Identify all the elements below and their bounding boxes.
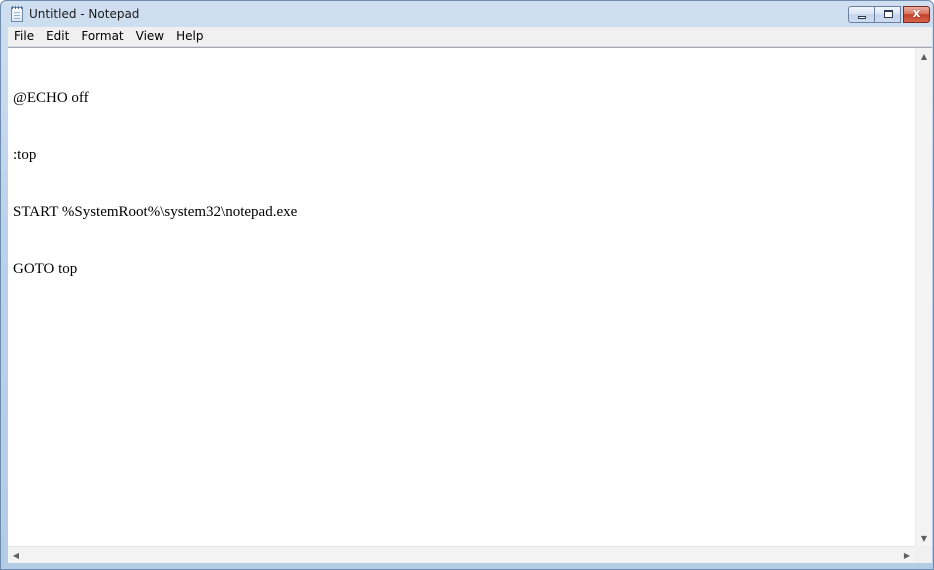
menu-help[interactable]: Help [170, 27, 209, 46]
close-icon: x [912, 6, 921, 20]
notepad-window: Untitled - Notepad x File Edit Format Vi… [0, 0, 934, 570]
window-title: Untitled - Notepad [29, 7, 140, 21]
size-grip[interactable] [915, 546, 932, 563]
text-line: :top [13, 147, 37, 163]
menu-view[interactable]: View [130, 27, 170, 46]
window-frame-bottom [1, 562, 933, 569]
vertical-scrollbar[interactable]: ▲ ▼ [915, 48, 932, 547]
notepad-icon-spiral [12, 6, 22, 9]
close-button[interactable]: x [903, 6, 930, 23]
text-line: @ECHO off [13, 90, 89, 106]
menu-edit[interactable]: Edit [40, 27, 75, 46]
notepad-icon[interactable] [11, 6, 23, 22]
menu-bar: File Edit Format View Help [8, 27, 932, 47]
title-bar[interactable]: Untitled - Notepad x [1, 1, 933, 28]
text-editor[interactable]: @ECHO off :top START %SystemRoot%\system… [8, 48, 915, 547]
scroll-down-icon[interactable]: ▼ [916, 530, 932, 547]
minimize-icon [858, 16, 866, 19]
editor-pane: @ECHO off :top START %SystemRoot%\system… [8, 47, 932, 563]
scroll-up-icon[interactable]: ▲ [916, 48, 932, 65]
minimize-button[interactable] [848, 6, 875, 23]
text-line: GOTO top [13, 261, 78, 277]
menu-format[interactable]: Format [75, 27, 129, 46]
caption-buttons: x [848, 6, 930, 23]
menu-file[interactable]: File [8, 27, 40, 46]
maximize-icon [884, 10, 893, 18]
text-line: START %SystemRoot%\system32\notepad.exe [13, 204, 298, 220]
horizontal-scrollbar[interactable]: ◀ ▶ [8, 546, 915, 563]
notepad-icon-lines [14, 12, 20, 20]
maximize-button[interactable] [874, 6, 901, 23]
